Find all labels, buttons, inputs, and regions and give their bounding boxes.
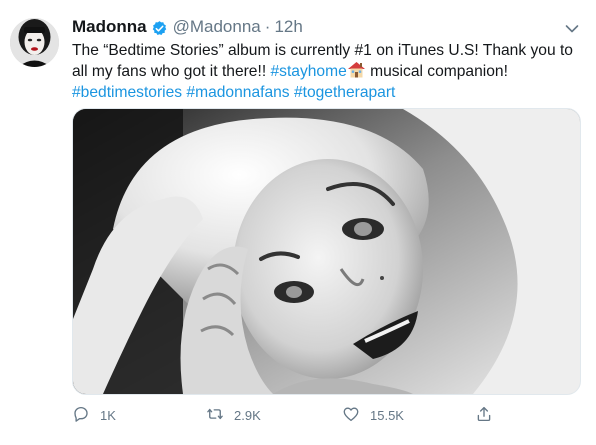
retweet-button[interactable]: 2.9K [206, 405, 261, 426]
display-name[interactable]: Madonna [72, 14, 147, 40]
reply-count: 1K [100, 407, 116, 423]
user-handle[interactable]: @Madonna [173, 14, 261, 40]
verified-badge-icon [151, 19, 168, 36]
retweet-count: 2.9K [234, 407, 261, 423]
avatar[interactable] [10, 18, 59, 67]
reply-button[interactable]: 1K [72, 405, 116, 426]
tweet-card[interactable]: Madonna @Madonna · 12h The “Bedtime Stor… [0, 0, 596, 445]
hashtag-madonnafans[interactable]: #madonnafans [186, 84, 289, 101]
portrait-photo-icon [73, 109, 580, 394]
chevron-down-icon[interactable] [565, 21, 579, 33]
hashtag-togetherapart[interactable]: #togetherapart [294, 84, 395, 101]
like-count: 15.5K [370, 407, 404, 423]
tweet-media-photo[interactable] [72, 108, 581, 395]
hashtag-bedtimestories[interactable]: #bedtimestories [72, 84, 182, 101]
tweet-text-part: musical companion! [365, 63, 508, 80]
separator-dot: · [264, 17, 271, 36]
tweet-header: Madonna @Madonna · 12h [72, 14, 303, 40]
reply-icon [72, 405, 90, 426]
house-emoji-icon [347, 61, 366, 78]
tweet-actions: 1K 2.9K 15.5K [72, 404, 512, 426]
share-icon [475, 405, 493, 426]
hashtag-stayhome[interactable]: #stayhome [270, 63, 346, 80]
share-button[interactable] [475, 405, 493, 426]
timestamp[interactable]: 12h [274, 14, 302, 40]
like-icon [342, 405, 360, 426]
tweet-text: The “Bedtime Stories” album is currently… [72, 40, 592, 103]
like-button[interactable]: 15.5K [342, 405, 404, 426]
retweet-icon [206, 405, 224, 426]
